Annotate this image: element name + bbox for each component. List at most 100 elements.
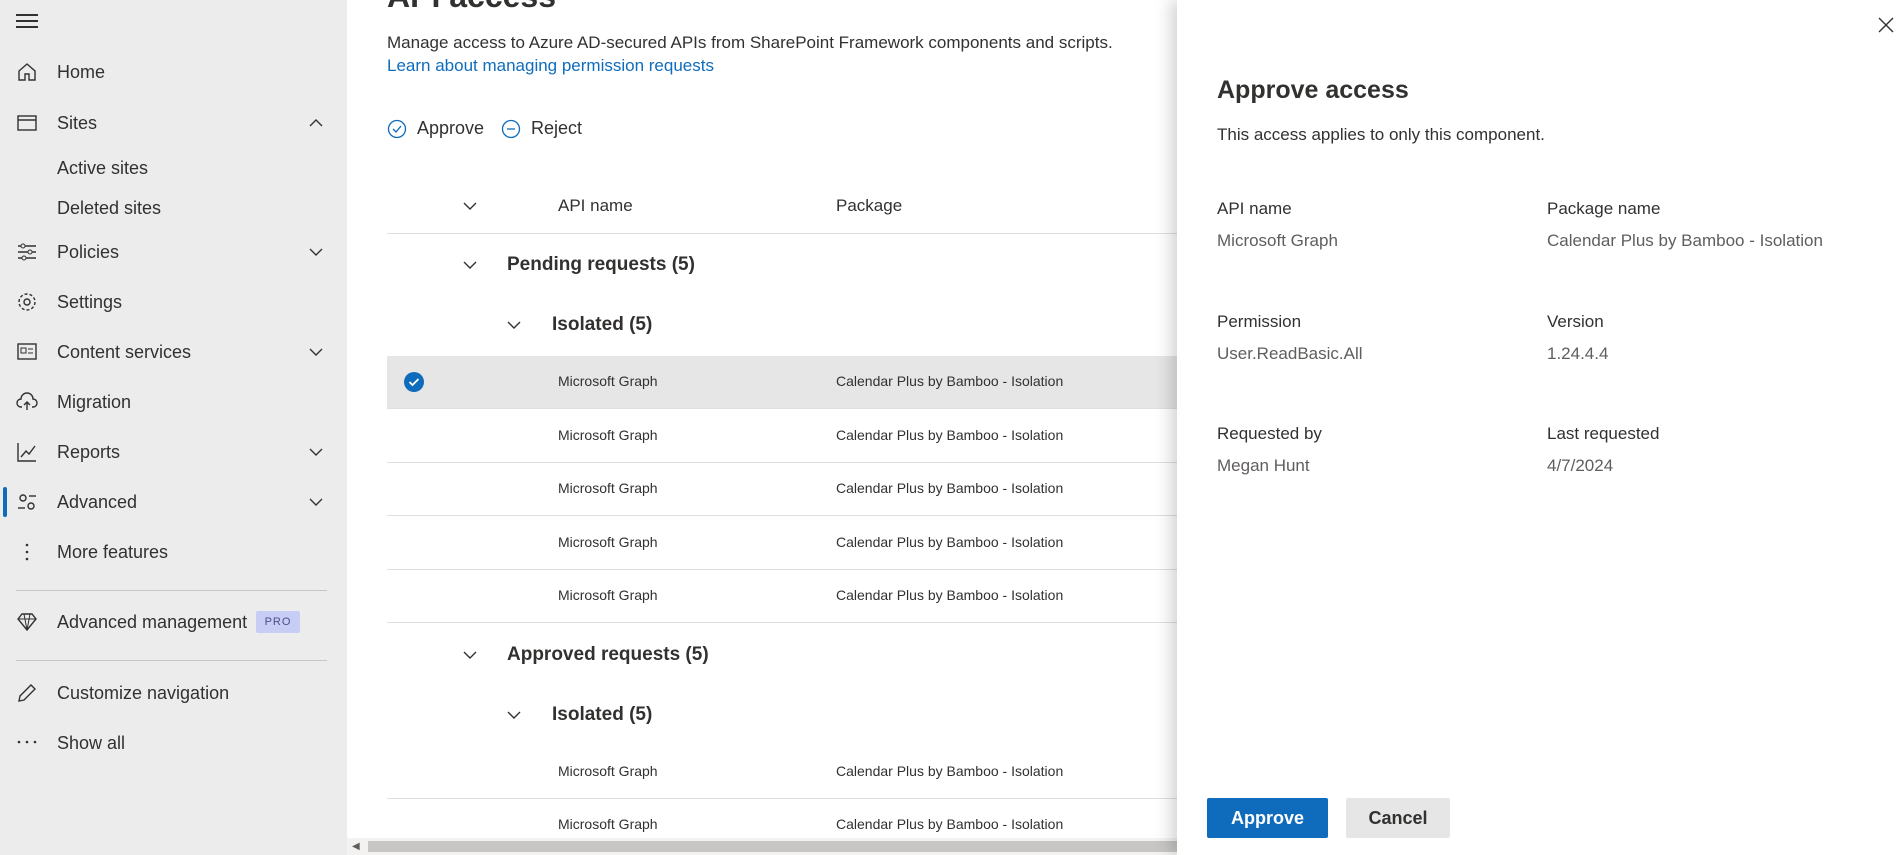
field-value-version: 1.24.4.4 xyxy=(1547,344,1609,363)
cell-api-name: Microsoft Graph xyxy=(558,427,658,443)
advanced-gears-icon xyxy=(18,494,36,510)
cell-package: Calendar Plus by Bamboo - Isolation xyxy=(836,763,1064,779)
nav-deleted-sites[interactable]: Deleted sites xyxy=(57,198,161,219)
chevron-down-icon[interactable] xyxy=(308,244,324,260)
reject-command[interactable]: Reject xyxy=(501,118,582,139)
cancel-button[interactable]: Cancel xyxy=(1346,798,1450,838)
more-vertical-icon xyxy=(25,543,29,561)
nav-active-sites[interactable]: Active sites xyxy=(57,158,148,179)
field-label-version: Version xyxy=(1547,312,1604,331)
diamond-icon xyxy=(17,613,37,632)
main-content: API access Manage access to Azure AD-sec… xyxy=(347,0,1177,855)
nav-policies[interactable]: Policies xyxy=(0,230,347,274)
chevron-down-icon[interactable] xyxy=(308,344,324,360)
field-label-last-requested: Last requested xyxy=(1547,424,1660,443)
nav-show-all[interactable]: Show all xyxy=(0,721,347,765)
nav-settings-label: Settings xyxy=(57,291,123,312)
cloud-upload-icon xyxy=(16,392,38,410)
policies-icon xyxy=(18,243,36,261)
cell-package: Calendar Plus by Bamboo - Isolation xyxy=(836,534,1064,550)
page-title: API access xyxy=(387,0,556,15)
chevron-up-icon[interactable] xyxy=(308,115,324,131)
nav-more-features-label: More features xyxy=(57,541,169,562)
cell-api-name: Microsoft Graph xyxy=(558,763,658,779)
cell-api-name: Microsoft Graph xyxy=(558,373,658,389)
nav-divider xyxy=(16,590,327,591)
scrollbar-thumb[interactable] xyxy=(368,841,1177,852)
group-header-approved: Approved requests (5) xyxy=(507,644,709,665)
nav-sites-label: Sites xyxy=(57,112,98,133)
approve-command-label: Approve xyxy=(417,118,485,138)
chevron-down-icon[interactable] xyxy=(308,444,324,460)
nav-reports[interactable]: Reports xyxy=(0,430,347,474)
nav-settings[interactable]: Settings xyxy=(0,280,347,324)
table-row[interactable]: Microsoft Graph Calendar Plus by Bamboo … xyxy=(387,463,1177,516)
nav-advanced-label: Advanced xyxy=(57,491,138,512)
page-description: Manage access to Azure AD-secured APIs f… xyxy=(387,33,1113,52)
nav-sites[interactable]: Sites xyxy=(0,101,347,145)
nav-customize-navigation-label: Customize navigation xyxy=(57,682,230,703)
pro-badge: PRO xyxy=(256,611,300,633)
learn-more-link[interactable]: Learn about managing permission requests xyxy=(387,56,714,76)
checkmark-circle-icon[interactable] xyxy=(403,371,425,393)
subgroup-header-isolated: Isolated (5) xyxy=(552,314,653,335)
table-row[interactable]: Microsoft Graph Calendar Plus by Bamboo … xyxy=(387,570,1177,623)
cell-api-name: Microsoft Graph xyxy=(558,816,658,832)
table-row[interactable]: Microsoft Graph Calendar Plus by Bamboo … xyxy=(387,746,1177,799)
collapse-all-chevron-icon[interactable] xyxy=(462,198,478,214)
sites-icon xyxy=(17,115,37,131)
nav-migration[interactable]: Migration xyxy=(0,380,347,424)
scroll-left-icon[interactable]: ◀ xyxy=(352,841,360,852)
nav-reports-label: Reports xyxy=(57,441,121,462)
cell-api-name: Microsoft Graph xyxy=(558,480,658,496)
nav-divider xyxy=(16,660,327,661)
panel-title: Approve access xyxy=(1217,76,1409,104)
field-value-requested-by: Megan Hunt xyxy=(1217,456,1310,475)
field-value-package-name: Calendar Plus by Bamboo - Isolation xyxy=(1547,231,1823,250)
field-value-permission: User.ReadBasic.All xyxy=(1217,344,1363,363)
table-row[interactable]: Microsoft Graph Calendar Plus by Bamboo … xyxy=(387,410,1177,463)
cell-package: Calendar Plus by Bamboo - Isolation xyxy=(836,373,1064,389)
field-label-package-name: Package name xyxy=(1547,199,1661,218)
close-icon[interactable] xyxy=(1877,16,1895,34)
nav-home-label: Home xyxy=(57,61,106,82)
field-label-api-name: API name xyxy=(1217,199,1292,218)
field-label-permission: Permission xyxy=(1217,312,1302,331)
approve-access-panel: Approve access This access applies to on… xyxy=(1177,0,1897,855)
field-value-last-requested: 4/7/2024 xyxy=(1547,456,1614,475)
chevron-down-icon[interactable] xyxy=(308,494,324,510)
group-chevron-icon[interactable] xyxy=(462,257,478,273)
chart-line-icon xyxy=(17,443,36,462)
nav-show-all-label: Show all xyxy=(57,732,126,753)
approve-command[interactable]: Approve xyxy=(387,118,484,139)
cell-api-name: Microsoft Graph xyxy=(558,534,658,550)
horizontal-scrollbar[interactable]: ◀ xyxy=(347,838,1177,855)
nav-home[interactable]: Home xyxy=(0,50,347,94)
column-header-package[interactable]: Package xyxy=(836,196,902,216)
nav-more-features[interactable]: More features xyxy=(0,530,347,574)
table-row[interactable]: Microsoft Graph Calendar Plus by Bamboo … xyxy=(387,356,1177,409)
field-label-requested-by: Requested by xyxy=(1217,424,1322,443)
left-navigation: Home Sites Active sites Deleted sites Po… xyxy=(0,0,347,855)
subgroup-chevron-icon[interactable] xyxy=(506,707,522,723)
hamburger-menu-icon[interactable] xyxy=(16,14,38,30)
nav-advanced-management-label: Advanced management xyxy=(57,611,248,632)
minus-circle-icon xyxy=(501,119,521,138)
header-divider xyxy=(387,233,1177,234)
subgroup-chevron-icon[interactable] xyxy=(506,317,522,333)
cell-package: Calendar Plus by Bamboo - Isolation xyxy=(836,427,1064,443)
check-circle-icon xyxy=(387,119,407,138)
column-header-api-name[interactable]: API name xyxy=(558,196,633,216)
subgroup-header-isolated: Isolated (5) xyxy=(552,704,653,725)
nav-customize-navigation[interactable]: Customize navigation xyxy=(0,671,347,715)
nav-migration-label: Migration xyxy=(57,391,132,412)
cell-package: Calendar Plus by Bamboo - Isolation xyxy=(836,587,1064,603)
cell-package: Calendar Plus by Bamboo - Isolation xyxy=(836,816,1064,832)
nav-advanced[interactable]: Advanced xyxy=(0,480,347,524)
home-icon xyxy=(18,63,36,81)
group-chevron-icon[interactable] xyxy=(462,647,478,663)
approve-button[interactable]: Approve xyxy=(1207,798,1328,838)
nav-content-services[interactable]: Content services xyxy=(0,330,347,374)
gear-icon xyxy=(18,293,36,311)
table-row[interactable]: Microsoft Graph Calendar Plus by Bamboo … xyxy=(387,517,1177,570)
